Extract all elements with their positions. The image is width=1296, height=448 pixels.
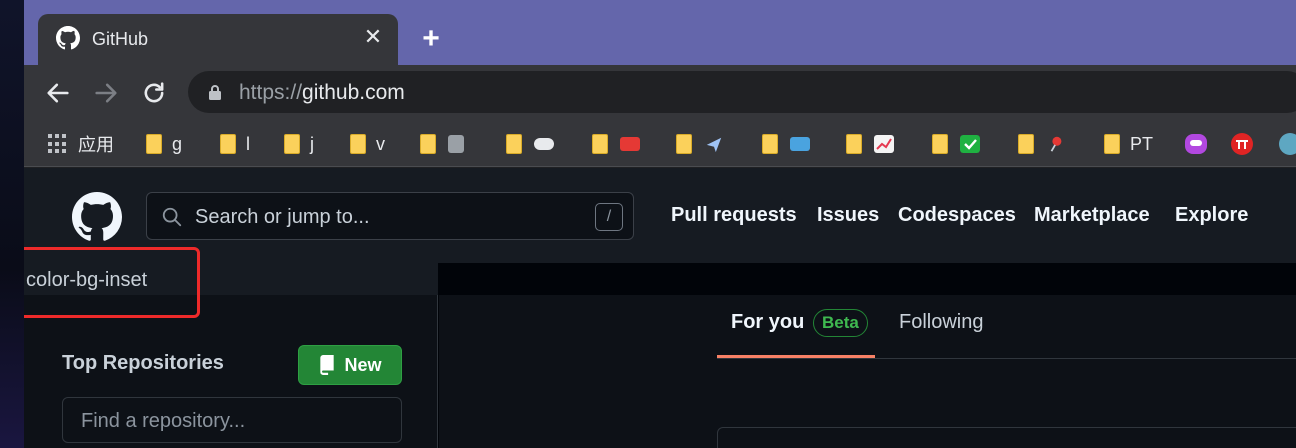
bookmark-folder-5[interactable] [420, 121, 464, 167]
bookmarks-bar: 应用 g l j v PT [24, 121, 1296, 167]
bookmark-folder-l[interactable]: l [220, 121, 250, 167]
bookmark-folder-9[interactable] [762, 121, 810, 167]
bookmark-extra[interactable] [1278, 121, 1296, 167]
nav-pull-requests[interactable]: Pull requests [671, 204, 797, 227]
folder-icon [932, 134, 948, 154]
folder-icon [350, 134, 366, 154]
annotation-highlight-box [24, 247, 200, 318]
new-repository-button[interactable]: New [298, 345, 402, 385]
slash-shortcut-badge: / [595, 203, 623, 231]
laptop-icon [790, 137, 810, 151]
folder-icon [506, 134, 522, 154]
find-repository-input[interactable]: Find a repository... [62, 397, 402, 443]
drive-icon [448, 135, 464, 153]
bookmark-folder-j[interactable]: j [284, 121, 314, 167]
search-input[interactable]: Search or jump to... / [146, 192, 634, 240]
url-host: github.com [302, 81, 405, 104]
browser-tab[interactable]: GitHub ✕ [38, 14, 398, 65]
search-placeholder: Search or jump to... [195, 206, 370, 228]
bookmark-circle-icon [1279, 133, 1296, 155]
folder-icon [1104, 134, 1120, 154]
tab-title: GitHub [92, 29, 149, 49]
bookmark-folder-g[interactable]: g [146, 121, 182, 167]
bookmark-folder-8[interactable] [676, 121, 724, 167]
folder-icon [1018, 134, 1034, 154]
github-favicon-icon [56, 26, 80, 50]
bookmark-folder-pt[interactable]: PT [1104, 121, 1153, 167]
apps-grid-icon [48, 134, 68, 154]
desktop-background [0, 0, 24, 448]
feed-tabs: For you Beta Following [717, 263, 1296, 359]
nav-codespaces[interactable]: Codespaces [898, 204, 1016, 227]
bookmark-folder-v[interactable]: v [350, 121, 385, 167]
beta-badge: Beta [813, 309, 868, 337]
new-tab-button[interactable]: + [416, 24, 446, 54]
browser-window: GitHub ✕ + https://github.com 应用 g l j v… [24, 0, 1296, 448]
github-logo-icon[interactable] [72, 192, 122, 242]
top-repositories-heading: Top Repositories [62, 352, 224, 374]
address-bar[interactable]: https://github.com [188, 71, 1296, 113]
bookmark-folder-12[interactable] [1018, 121, 1066, 167]
bookmark-folder-10[interactable] [846, 121, 894, 167]
chat-bot-icon [1185, 134, 1207, 154]
repo-icon [320, 355, 335, 375]
dashboard-main: For you Beta Following [439, 295, 1296, 448]
folder-icon [846, 134, 862, 154]
airplane-icon [706, 137, 722, 153]
reload-icon[interactable] [140, 79, 168, 107]
cloud-icon [534, 138, 554, 150]
tab-for-you[interactable]: For you [731, 311, 804, 334]
feed-card [717, 427, 1296, 448]
close-tab-icon[interactable]: ✕ [360, 24, 386, 50]
folder-icon [676, 134, 692, 154]
bookmark-folder-11[interactable] [932, 121, 980, 167]
active-tab-underline [717, 355, 875, 358]
url-scheme: https:// [239, 81, 303, 104]
folder-icon [220, 134, 236, 154]
url-text: https://github.com [239, 81, 405, 105]
folder-icon [592, 134, 608, 154]
tab-strip: GitHub ✕ + [24, 0, 1296, 65]
bookmark-folder-7[interactable] [592, 121, 640, 167]
lock-icon [209, 85, 221, 100]
folder-icon [762, 134, 778, 154]
tab-following[interactable]: Following [899, 311, 983, 334]
bookmark-pi-app[interactable] [1230, 121, 1254, 167]
nav-explore[interactable]: Explore [1175, 204, 1248, 227]
bookmark-apps-label: 应用 [78, 135, 114, 155]
bookmark-label: PT [1130, 133, 1154, 154]
folder-icon [284, 134, 300, 154]
checkbox-icon [960, 135, 980, 153]
github-header: Search or jump to... / Pull requests Iss… [24, 168, 1296, 263]
back-arrow-icon[interactable] [44, 79, 72, 107]
toolbox-icon [620, 137, 640, 151]
bookmark-label: l [246, 133, 250, 154]
forward-arrow-icon[interactable] [92, 79, 120, 107]
github-body: color-bg-inset Top Repositories New Find… [24, 247, 1296, 448]
folder-icon [146, 134, 162, 154]
bookmark-label: j [310, 133, 314, 154]
nav-marketplace[interactable]: Marketplace [1034, 204, 1150, 227]
browser-toolbar: https://github.com [24, 65, 1296, 121]
bookmark-chat-app[interactable] [1184, 121, 1208, 167]
chart-trend-icon [874, 135, 894, 153]
bookmark-apps[interactable]: 应用 [48, 121, 114, 167]
bookmark-label: g [172, 133, 183, 154]
folder-icon [420, 134, 436, 154]
nav-issues[interactable]: Issues [817, 204, 879, 227]
bookmark-folder-6[interactable] [506, 121, 554, 167]
pi-icon [1231, 133, 1253, 155]
dashboard-sidebar: color-bg-inset Top Repositories New Find… [24, 247, 438, 448]
search-icon [162, 207, 182, 227]
bookmark-label: v [376, 133, 385, 154]
new-button-label: New [344, 354, 382, 375]
pin-icon [1050, 136, 1062, 152]
